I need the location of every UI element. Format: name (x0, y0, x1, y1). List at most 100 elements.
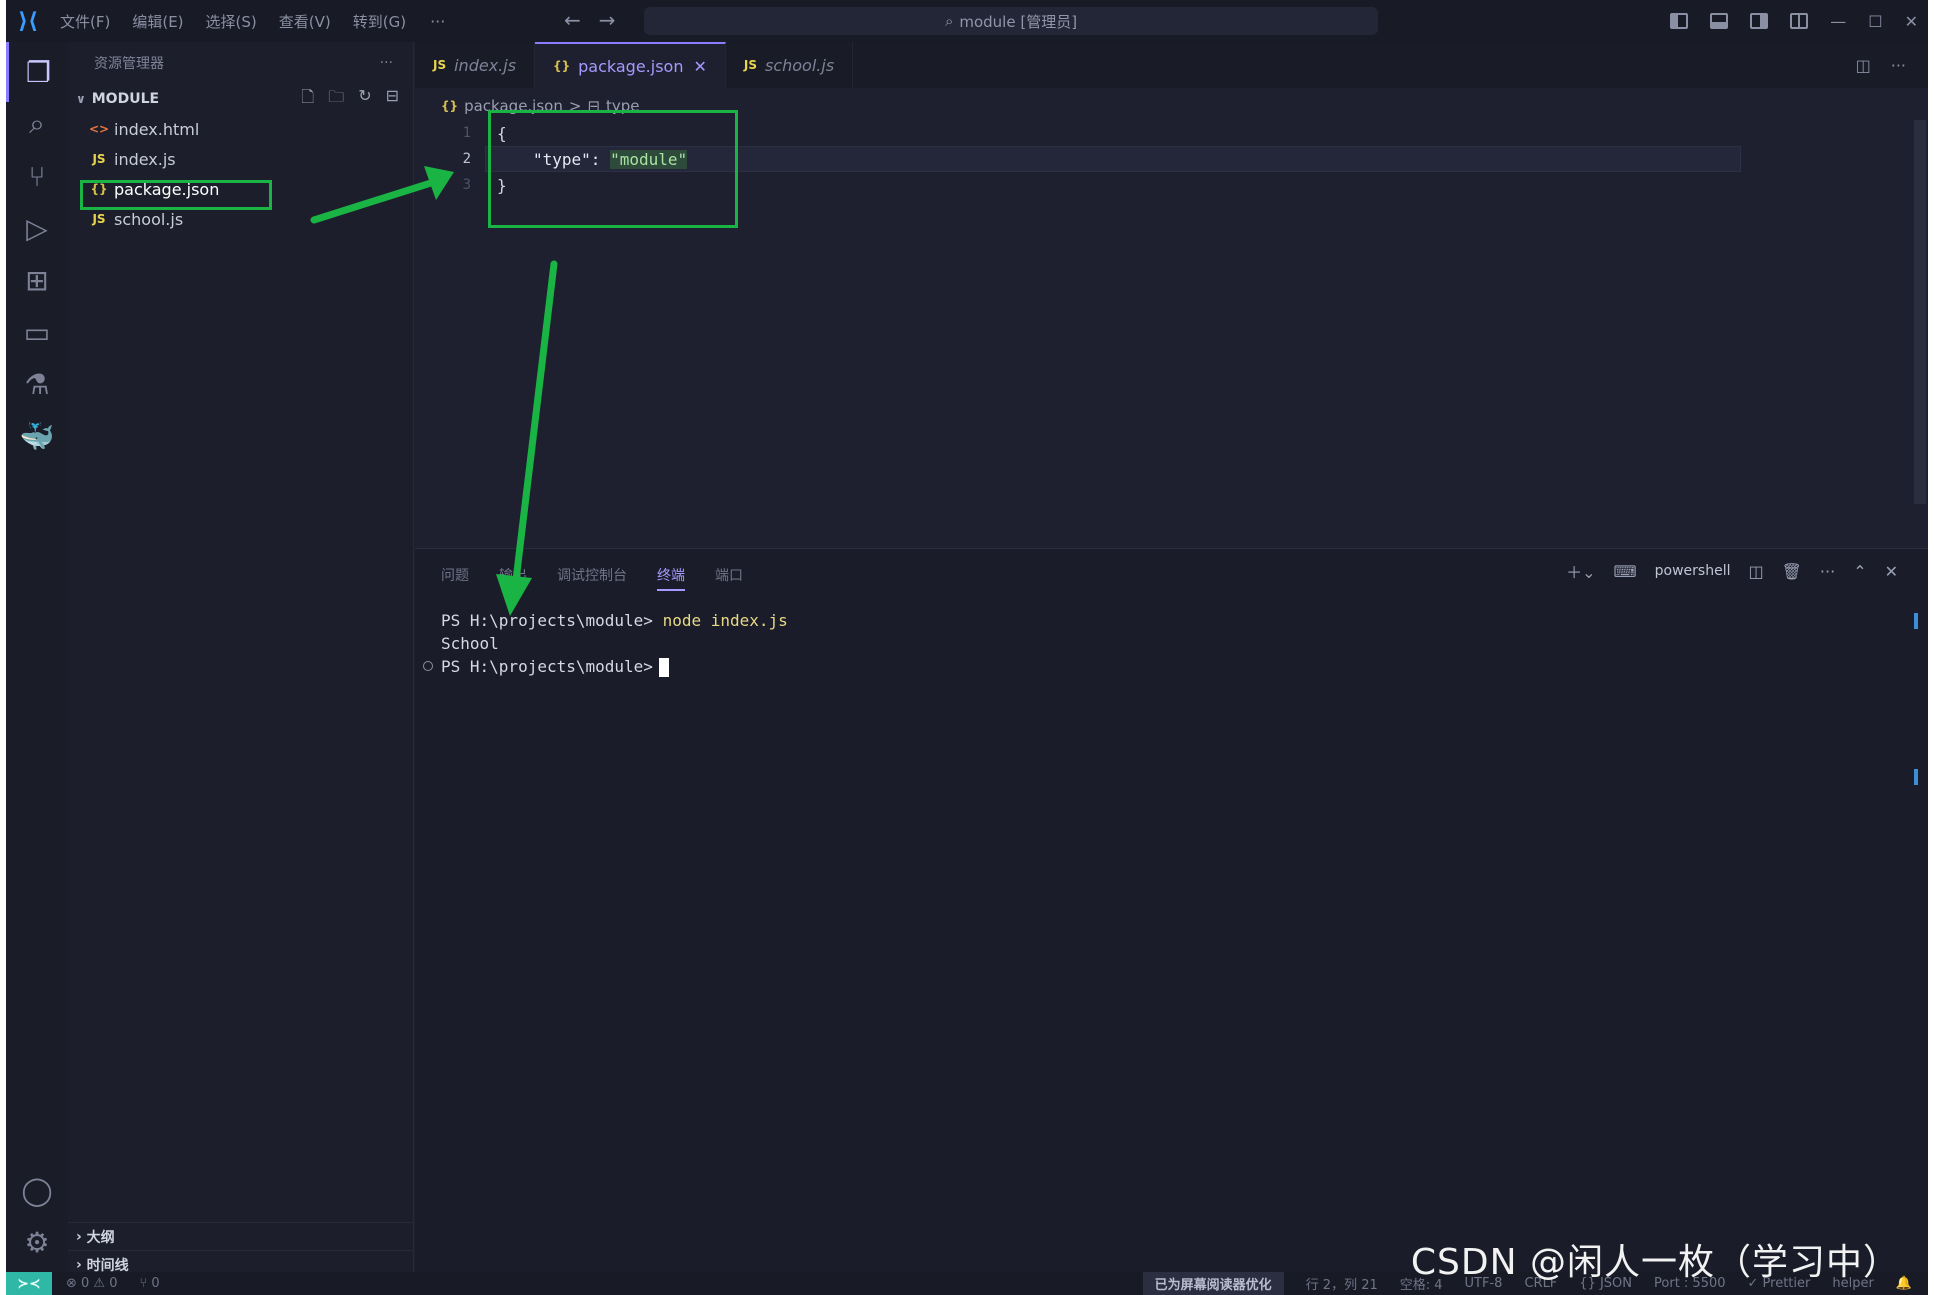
new-file-icon[interactable]: 🗋 (301, 86, 314, 113)
account-icon[interactable]: ◯ (6, 1160, 68, 1220)
tab-label: package.json (578, 56, 684, 76)
run-debug-icon[interactable]: ▷ (6, 198, 68, 258)
menu-bar: 文件(F) 编辑(E) 选择(S) 查看(V) 转到(G) (60, 11, 406, 32)
collapse-all-icon[interactable]: ⊟ (386, 86, 399, 113)
editor-actions: ◫ ··· (1856, 42, 1928, 88)
json-file-icon: {} (553, 59, 571, 73)
split-editor-icon[interactable]: ◫ (1856, 56, 1871, 75)
remote-indicator-icon[interactable]: ≻≺ (6, 1272, 52, 1295)
panel-actions: ＋⌄ ⌨ powershell ◫ 🗑 ··· ⌃ ✕ (1566, 559, 1898, 583)
chevron-right-icon: › (76, 1256, 87, 1273)
terminal-line: PS H:\projects\module> node index.js (441, 609, 788, 632)
explorer-sidebar: 资源管理器 ··· ∨ MODULE 🗋 🗀 ↻ ⊟ <> index.html… (68, 42, 414, 1274)
status-left: ⊗ 0 ⚠ 0 ⑂ 0 (66, 1276, 160, 1291)
forward-arrow-icon[interactable]: → (599, 8, 616, 32)
refresh-icon[interactable]: ↻ (358, 86, 371, 113)
command-center[interactable]: ⌕ module [管理员] (644, 7, 1378, 35)
toggle-panel-icon[interactable] (1710, 13, 1729, 29)
file-label: index.js (114, 149, 176, 169)
menu-file[interactable]: 文件(F) (60, 11, 110, 32)
csdn-watermark: CSDN @闲人一枚（学习中） (1410, 1242, 1900, 1283)
terminal-line: School (441, 634, 499, 653)
scroll-marker (1914, 613, 1918, 629)
terminal-output[interactable]: PS H:\projects\module> node index.js Sch… (441, 609, 788, 678)
file-label: index.html (114, 119, 200, 139)
workspace-section[interactable]: ∨ MODULE 🗋 🗀 ↻ ⊟ (68, 84, 413, 114)
panel-more-icon[interactable]: ··· (1820, 562, 1835, 581)
search-view-icon[interactable]: ⌕ (6, 94, 68, 154)
menu-selection[interactable]: 选择(S) (206, 11, 257, 32)
ports-status[interactable]: ⑂ 0 (140, 1276, 160, 1291)
search-icon: ⌕ (944, 12, 954, 30)
js-file-icon: JS (743, 58, 757, 72)
terminal-shell-name[interactable]: powershell (1655, 563, 1731, 579)
new-terminal-icon[interactable]: ＋⌄ (1566, 559, 1595, 583)
tab-output[interactable]: 输出 (499, 565, 527, 591)
close-panel-icon[interactable]: ✕ (1885, 562, 1898, 581)
terminal-command: node index.js (662, 611, 788, 630)
tab-package-json[interactable]: {} package.json ✕ (535, 42, 726, 88)
remote-explorer-icon[interactable]: ▭ (6, 302, 68, 362)
maximize-icon[interactable]: ☐ (1868, 12, 1882, 31)
menu-go[interactable]: 转到(G) (353, 11, 406, 32)
tab-problems[interactable]: 问题 (441, 565, 469, 591)
terminal-cursor (658, 658, 669, 677)
section-actions: 🗋 🗀 ↻ ⊟ (301, 86, 413, 113)
explorer-header: 资源管理器 ··· (68, 42, 413, 84)
cursor-position[interactable]: 行 2，列 21 (1306, 1274, 1378, 1293)
editor-more-icon[interactable]: ··· (1891, 56, 1906, 75)
json-file-icon: {} (441, 99, 459, 113)
terminal-prompt: PS H:\projects\module> (441, 611, 653, 630)
toggle-primary-sidebar-icon[interactable] (1670, 13, 1689, 29)
line-number: 1 (462, 125, 471, 141)
back-arrow-icon[interactable]: ← (564, 8, 581, 32)
terminal-shell-icon: ⌨ (1613, 561, 1637, 581)
minimize-icon[interactable]: — (1830, 12, 1846, 31)
tab-school-js[interactable]: JS school.js (726, 42, 854, 88)
explorer-title: 资源管理器 (94, 56, 164, 72)
explorer-icon[interactable]: ❐ (6, 42, 68, 102)
split-terminal-icon[interactable]: ◫ (1748, 562, 1763, 581)
html-file-icon: <> (88, 122, 110, 136)
editor-scrollbar[interactable] (1914, 120, 1926, 504)
maximize-panel-icon[interactable]: ⌃ (1853, 562, 1866, 581)
close-icon[interactable]: ✕ (693, 57, 706, 76)
tab-label: index.js (454, 55, 517, 75)
explorer-more-button[interactable]: ··· (380, 55, 393, 71)
docker-icon[interactable]: 🐳 (6, 406, 68, 466)
problems-status[interactable]: ⊗ 0 ⚠ 0 (66, 1276, 118, 1291)
file-index-js[interactable]: JS index.js (68, 144, 413, 174)
settings-gear-icon[interactable]: ⚙ (6, 1212, 68, 1272)
file-index-html[interactable]: <> index.html (68, 114, 413, 144)
line-number: 3 (462, 177, 471, 193)
scroll-marker (1914, 769, 1918, 785)
file-label: school.js (114, 209, 184, 229)
source-control-icon[interactable]: ⑂ (6, 146, 68, 206)
tab-label: school.js (764, 55, 835, 75)
menu-more-button[interactable]: ··· (430, 12, 445, 31)
outline-label: 大纲 (86, 1229, 115, 1246)
toggle-secondary-sidebar-icon[interactable] (1750, 13, 1769, 29)
annotation-box-code (488, 110, 738, 228)
js-file-icon: JS (92, 212, 106, 226)
line-number: 2 (462, 151, 471, 167)
tab-ports[interactable]: 端口 (715, 565, 743, 591)
trash-icon[interactable]: 🗑 (1782, 562, 1802, 581)
screen-reader-status[interactable]: 已为屏幕阅读器优化 (1142, 1272, 1284, 1295)
window-controls: — ☐ ✕ (1670, 0, 1918, 42)
customize-layout-icon[interactable] (1790, 13, 1809, 29)
tab-debug-console[interactable]: 调试控制台 (557, 565, 627, 591)
editor-tabs: JS index.js {} package.json ✕ JS school.… (415, 42, 1928, 88)
test-icon[interactable]: ⚗ (6, 354, 68, 414)
tab-terminal[interactable]: 终端 (657, 565, 685, 591)
tab-index-js[interactable]: JS index.js (415, 42, 536, 88)
menu-view[interactable]: 查看(V) (279, 11, 331, 32)
close-window-icon[interactable]: ✕ (1905, 12, 1918, 31)
new-folder-icon[interactable]: 🗀 (328, 86, 344, 113)
chevron-down-icon: ∨ (76, 92, 86, 106)
menu-edit[interactable]: 编辑(E) (132, 11, 183, 32)
outline-section[interactable]: › 大纲 (68, 1222, 414, 1250)
vscode-logo-icon: ⟩⟨ (17, 8, 39, 34)
title-bar: ⟩⟨ 文件(F) 编辑(E) 选择(S) 查看(V) 转到(G) ··· ← →… (6, 0, 1928, 42)
extensions-icon[interactable]: ⊞ (6, 250, 68, 310)
